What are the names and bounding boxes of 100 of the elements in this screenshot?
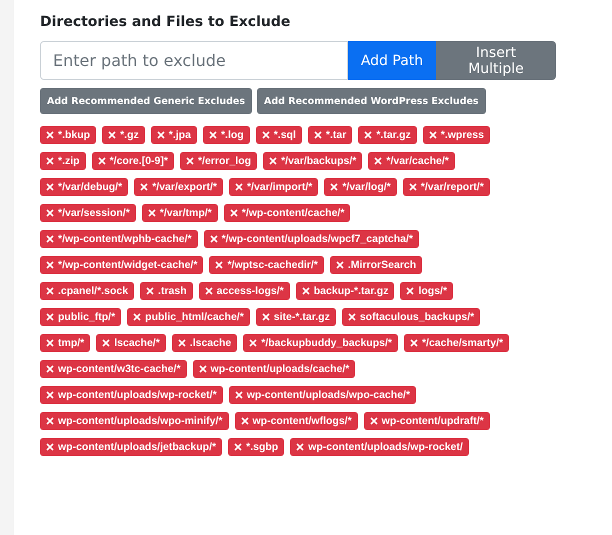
remove-icon[interactable] <box>46 313 54 321</box>
remove-icon[interactable] <box>234 443 242 451</box>
remove-icon[interactable] <box>234 183 243 191</box>
exclude-tag[interactable]: *.zip <box>40 152 86 170</box>
remove-icon[interactable] <box>198 365 207 373</box>
exclude-tag[interactable]: */wp-content/cache/* <box>224 204 350 222</box>
exclude-tag[interactable]: */cache/smarty/* <box>404 334 510 352</box>
remove-icon[interactable] <box>46 157 54 165</box>
remove-icon[interactable] <box>249 339 258 347</box>
remove-icon[interactable] <box>186 157 194 165</box>
path-input[interactable]: Enter path to exclude <box>40 41 348 80</box>
exclude-tag[interactable]: .cpanel/*.sock <box>40 282 134 300</box>
remove-icon[interactable] <box>204 287 213 295</box>
remove-icon[interactable] <box>314 131 322 139</box>
exclude-tag[interactable]: public_html/cache/* <box>127 308 250 326</box>
exclude-tag[interactable]: */var/export/* <box>134 178 223 196</box>
remove-icon[interactable] <box>269 157 278 165</box>
exclude-tag[interactable]: */wptsc-cachedir/* <box>209 256 324 274</box>
remove-icon[interactable] <box>215 261 224 269</box>
add-path-button[interactable]: Add Path <box>348 41 436 80</box>
exclude-tag[interactable]: */var/cache/* <box>368 152 455 170</box>
exclude-tag[interactable]: */wp-content/wphb-cache/* <box>40 230 198 248</box>
remove-icon[interactable] <box>140 183 148 191</box>
remove-icon[interactable] <box>370 417 378 425</box>
remove-icon[interactable] <box>46 391 54 399</box>
remove-icon[interactable] <box>336 261 344 269</box>
remove-icon[interactable] <box>208 131 217 139</box>
remove-icon[interactable] <box>406 287 414 295</box>
remove-icon[interactable] <box>348 313 356 321</box>
exclude-tag[interactable]: lscache/* <box>96 334 166 352</box>
remove-icon[interactable] <box>210 235 218 243</box>
remove-icon[interactable] <box>156 131 165 139</box>
remove-icon[interactable] <box>230 209 238 217</box>
remove-icon[interactable] <box>410 339 418 347</box>
exclude-tag[interactable]: */var/session/* <box>40 204 136 222</box>
exclude-tag[interactable]: tmp/* <box>40 334 90 352</box>
recommended-excludes-button[interactable]: Add Recommended Generic Excludes <box>40 88 252 114</box>
exclude-tag[interactable]: *.tar.gz <box>358 126 417 144</box>
exclude-tag[interactable]: */var/import/* <box>228 178 318 196</box>
exclude-tag[interactable]: */backupbuddy_backups/* <box>243 334 398 352</box>
remove-icon[interactable] <box>374 157 382 165</box>
exclude-tag[interactable]: backup-*.tar.gz <box>296 282 394 300</box>
exclude-tag[interactable]: *.sql <box>256 126 302 144</box>
exclude-tag[interactable]: .MirrorSearch <box>330 256 422 274</box>
exclude-tag[interactable]: wp-content/uploads/cache/* <box>192 360 356 378</box>
remove-icon[interactable] <box>46 417 54 425</box>
exclude-tag[interactable]: .lscache <box>172 334 238 352</box>
remove-icon[interactable] <box>46 339 54 347</box>
exclude-tag[interactable]: access-logs/* <box>198 282 290 300</box>
remove-icon[interactable] <box>364 131 372 139</box>
exclude-tag[interactable]: */var/debug/* <box>40 178 128 196</box>
exclude-tag[interactable]: logs/* <box>400 282 454 300</box>
remove-icon[interactable] <box>133 313 142 321</box>
exclude-tag[interactable]: site-*.tar.gz <box>256 308 336 326</box>
exclude-tag[interactable]: softaculous_backups/* <box>342 308 480 326</box>
exclude-tag[interactable]: */var/log/* <box>324 178 397 196</box>
exclude-tag[interactable]: *.bkup <box>40 126 96 144</box>
remove-icon[interactable] <box>408 183 417 191</box>
remove-icon[interactable] <box>146 287 154 295</box>
remove-icon[interactable] <box>98 157 106 165</box>
remove-icon[interactable] <box>46 443 54 451</box>
recommended-excludes-button[interactable]: Add Recommended WordPress Excludes <box>257 88 486 114</box>
exclude-tag[interactable]: *.gz <box>102 126 145 144</box>
exclude-tag[interactable]: */wp-content/uploads/wpcf7_captcha/* <box>204 230 419 248</box>
remove-icon[interactable] <box>46 183 54 191</box>
remove-icon[interactable] <box>296 443 304 451</box>
remove-icon[interactable] <box>46 365 54 373</box>
remove-icon[interactable] <box>46 131 54 139</box>
exclude-tag[interactable]: */core.[0-9]* <box>92 152 174 170</box>
exclude-tag[interactable]: wp-content/uploads/wp-rocket/* <box>40 386 223 404</box>
remove-icon[interactable] <box>108 131 116 139</box>
remove-icon[interactable] <box>46 209 54 217</box>
exclude-tag[interactable]: wp-content/wflogs/* <box>234 412 358 430</box>
remove-icon[interactable] <box>262 131 270 139</box>
remove-icon[interactable] <box>102 339 110 347</box>
insert-multiple-button[interactable]: Insert Multiple <box>436 41 556 80</box>
remove-icon[interactable] <box>46 261 54 269</box>
exclude-tag[interactable]: public_ftp/* <box>40 308 122 326</box>
exclude-tag[interactable]: */var/backups/* <box>263 152 362 170</box>
exclude-tag[interactable]: wp-content/uploads/wpo-cache/* <box>228 386 416 404</box>
remove-icon[interactable] <box>262 313 270 321</box>
exclude-tag[interactable]: wp-content/uploads/wp-rocket/ <box>290 438 469 456</box>
exclude-tag[interactable]: *.jpa <box>150 126 197 144</box>
remove-icon[interactable] <box>330 183 338 191</box>
exclude-tag[interactable]: */error_log <box>180 152 258 170</box>
exclude-tag[interactable]: wp-content/updraft/* <box>364 412 490 430</box>
exclude-tag[interactable]: wp-content/uploads/wpo-minify/* <box>40 412 228 430</box>
remove-icon[interactable] <box>428 131 437 139</box>
exclude-tag[interactable]: */var/tmp/* <box>142 204 218 222</box>
exclude-tag[interactable]: *.log <box>202 126 250 144</box>
exclude-tag[interactable]: *.tar <box>308 126 352 144</box>
exclude-tag[interactable]: *.sgbp <box>228 438 284 456</box>
remove-icon[interactable] <box>240 417 248 425</box>
exclude-tag[interactable]: */wp-content/widget-cache/* <box>40 256 204 274</box>
exclude-tag[interactable]: wp-content/w3tc-cache/* <box>40 360 187 378</box>
exclude-tag[interactable]: .trash <box>140 282 193 300</box>
exclude-tag[interactable]: */var/report/* <box>402 178 490 196</box>
remove-icon[interactable] <box>46 287 54 295</box>
exclude-tag[interactable]: *.wpress <box>422 126 490 144</box>
remove-icon[interactable] <box>178 339 186 347</box>
